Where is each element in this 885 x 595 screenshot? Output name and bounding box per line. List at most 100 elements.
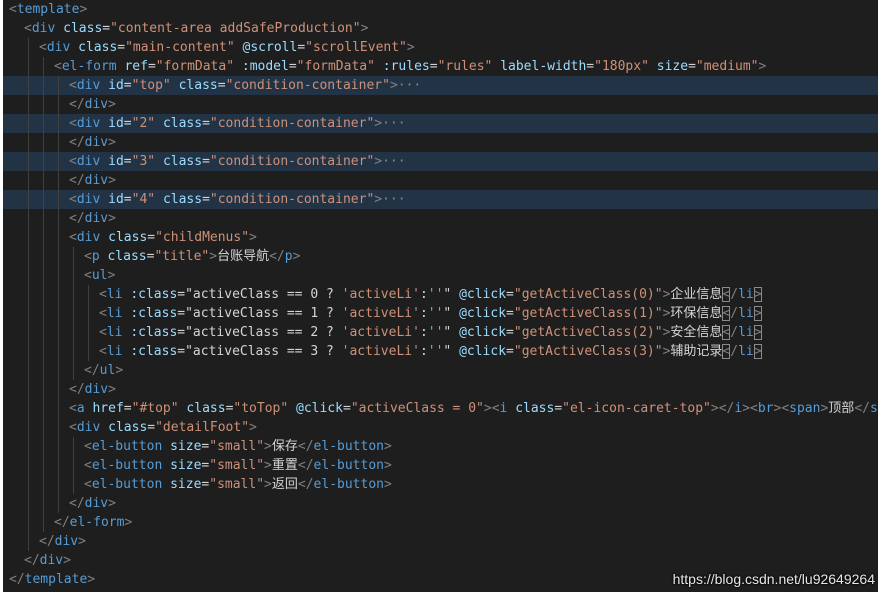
code-editor[interactable]: <template> <div class="content-area addSa… bbox=[3, 0, 878, 592]
code-token: class bbox=[107, 249, 147, 264]
code-line[interactable]: <a href="#top" class="toTop" @click="act… bbox=[3, 399, 878, 418]
code-line[interactable]: <el-button size="small">保存</el-button> bbox=[3, 437, 878, 456]
fold-ellipsis-icon[interactable]: ··· bbox=[382, 192, 405, 207]
code-token: id bbox=[108, 154, 124, 169]
code-token: ></ bbox=[710, 401, 735, 416]
indent-guide bbox=[28, 247, 29, 266]
code-line[interactable]: <el-button size="small">返回</el-button> bbox=[3, 475, 878, 494]
code-text: <el-button size="small">保存</el-button> bbox=[84, 437, 392, 456]
code-token: </ bbox=[297, 477, 314, 492]
code-token: </ bbox=[84, 363, 100, 378]
code-line[interactable]: </div> bbox=[3, 494, 878, 513]
code-token: 顶部 bbox=[828, 401, 855, 416]
code-token: </ bbox=[39, 534, 55, 549]
code-token: >< bbox=[742, 401, 758, 416]
code-token: el-button bbox=[91, 439, 163, 454]
code-line[interactable]: <div class="content-area addSafeProducti… bbox=[3, 19, 878, 38]
code-token: div bbox=[84, 496, 109, 511]
code-line[interactable]: </div> bbox=[3, 551, 878, 570]
code-line[interactable]: </div> bbox=[3, 95, 878, 114]
code-line[interactable]: <el-button size="small">重置</el-button> bbox=[3, 456, 878, 475]
code-line[interactable]: <ul> bbox=[3, 266, 878, 285]
indent-guide bbox=[28, 380, 29, 399]
code-line[interactable]: <div class="detailFoot"> bbox=[3, 418, 878, 437]
code-token: id bbox=[108, 78, 124, 93]
indent-guide bbox=[73, 285, 74, 304]
indent-guide bbox=[58, 418, 59, 437]
code-token: "3" bbox=[131, 154, 156, 169]
code-token: > bbox=[209, 249, 218, 264]
code-token: > bbox=[753, 306, 762, 321]
code-token: > bbox=[108, 382, 116, 397]
code-line[interactable]: <div id="top" class="condition-container… bbox=[3, 76, 878, 95]
code-line[interactable]: <el-form ref="formData" :model="formData… bbox=[3, 57, 878, 76]
indent-guide bbox=[43, 418, 44, 437]
code-token: < bbox=[9, 2, 17, 17]
fold-ellipsis-icon[interactable]: ··· bbox=[398, 78, 421, 93]
code-token: = bbox=[123, 192, 132, 207]
code-token: : bbox=[419, 287, 428, 302]
code-token: < bbox=[84, 477, 92, 492]
code-line[interactable]: <li :class="activeClass == 1 ? 'activeLi… bbox=[3, 304, 878, 323]
code-text: </div> bbox=[39, 532, 86, 551]
code-token: 台账导航 bbox=[217, 249, 270, 264]
code-token: "condition-container" bbox=[225, 78, 390, 93]
code-line[interactable]: <div id="4" class="condition-container">… bbox=[3, 190, 878, 209]
code-line[interactable]: <div id="2" class="condition-container">… bbox=[3, 114, 878, 133]
code-token: > bbox=[483, 401, 492, 416]
code-token: = bbox=[202, 116, 210, 131]
code-line[interactable]: </el-form> bbox=[3, 513, 878, 532]
code-token: class bbox=[515, 401, 555, 416]
code-line[interactable]: <li :class="activeClass == 3 ? 'activeLi… bbox=[3, 342, 878, 361]
code-token: = bbox=[123, 78, 132, 93]
fold-ellipsis-icon[interactable]: ··· bbox=[382, 154, 405, 169]
indent-guide bbox=[43, 266, 44, 285]
code-token: = bbox=[506, 306, 514, 321]
indent-guide bbox=[88, 285, 89, 304]
code-text: <div id="3" class="condition-container">… bbox=[69, 152, 406, 171]
code-token: div bbox=[54, 534, 79, 549]
code-token: = bbox=[123, 116, 132, 131]
code-token: > bbox=[758, 59, 767, 74]
code-line[interactable]: <li :class="activeClass == 0 ? 'activeLi… bbox=[3, 285, 878, 304]
fold-ellipsis-icon[interactable]: ··· bbox=[382, 116, 405, 131]
code-line[interactable]: <div class="childMenus"> bbox=[3, 228, 878, 247]
code-token: < bbox=[69, 420, 77, 435]
code-token: </ bbox=[69, 211, 85, 226]
code-text: <template> bbox=[9, 0, 87, 19]
code-line[interactable]: <div id="3" class="condition-container">… bbox=[3, 152, 878, 171]
code-token: > bbox=[249, 230, 257, 245]
code-line[interactable]: <div class="main-content" @scroll="scrol… bbox=[3, 38, 878, 57]
indent-guide bbox=[43, 437, 44, 456]
indent-guide bbox=[28, 285, 29, 304]
code-text: </template> bbox=[9, 570, 95, 589]
indent-guide bbox=[43, 304, 44, 323]
code-line[interactable]: <li :class="activeClass == 2 ? 'activeLi… bbox=[3, 323, 878, 342]
code-token: li bbox=[738, 344, 754, 359]
code-token: : bbox=[419, 325, 428, 340]
code-token: < bbox=[84, 458, 92, 473]
indent-guide bbox=[43, 152, 44, 171]
code-line[interactable]: </div> bbox=[3, 171, 878, 190]
code-token: ref bbox=[124, 59, 148, 74]
code-line[interactable]: </div> bbox=[3, 209, 878, 228]
code-token: < bbox=[54, 59, 62, 74]
code-text: </div> bbox=[69, 171, 116, 190]
code-token: class bbox=[162, 116, 203, 131]
code-line[interactable]: </div> bbox=[3, 380, 878, 399]
code-line[interactable]: </div> bbox=[3, 133, 878, 152]
code-token: > bbox=[79, 2, 88, 17]
indent-guide bbox=[28, 323, 29, 342]
code-line[interactable]: </ul> bbox=[3, 361, 878, 380]
code-line[interactable]: <p class="title">台账导航</p> bbox=[3, 247, 878, 266]
code-token: li bbox=[738, 287, 754, 302]
code-text: <div class="childMenus"> bbox=[69, 228, 257, 247]
code-token: el-button bbox=[91, 477, 163, 492]
code-line[interactable]: </div> bbox=[3, 532, 878, 551]
code-text: <div id="top" class="condition-container… bbox=[69, 76, 421, 95]
code-line[interactable]: <template> bbox=[3, 0, 878, 19]
